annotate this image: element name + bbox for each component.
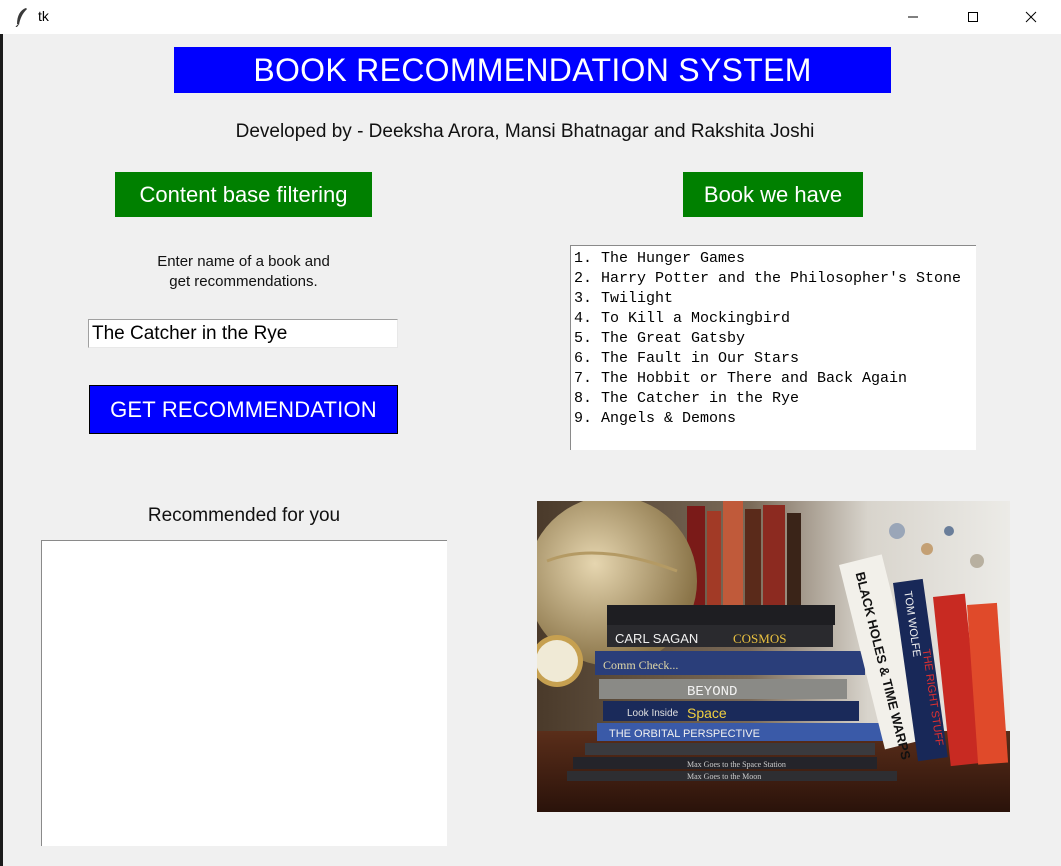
books-listbox[interactable]: 1. The Hunger Games 2. Harry Potter and … bbox=[570, 245, 976, 450]
close-icon bbox=[1025, 11, 1037, 23]
book-list-item[interactable]: 2. Harry Potter and the Philosopher's St… bbox=[574, 269, 973, 289]
book-list-item[interactable]: 8. The Catcher in the Rye bbox=[574, 389, 973, 409]
book-list-item[interactable]: 7. The Hobbit or There and Back Again bbox=[574, 369, 973, 389]
instructions-text: Enter name of a book and get recommendat… bbox=[115, 252, 372, 292]
spine-text: CARL SAGAN bbox=[615, 631, 698, 646]
book-list-item[interactable]: 9. Angels & Demons bbox=[574, 409, 973, 429]
spine-text: Max Goes to the Space Station bbox=[687, 760, 786, 769]
spine-text: BEYOND bbox=[687, 684, 737, 700]
app-title-banner: BOOK RECOMMENDATION SYSTEM bbox=[174, 47, 891, 93]
book-list-item[interactable]: 6. The Fault in Our Stars bbox=[574, 349, 973, 369]
window-titlebar: tk bbox=[0, 0, 1061, 34]
recommendations-listbox[interactable] bbox=[41, 540, 447, 846]
book-list-item[interactable]: 1. The Hunger Games bbox=[574, 249, 973, 269]
tk-feather-icon bbox=[15, 8, 27, 27]
spine-text: COSMOS bbox=[733, 631, 786, 646]
minimize-icon bbox=[908, 16, 918, 18]
books-we-have-button[interactable]: Book we have bbox=[683, 172, 863, 217]
minimize-button[interactable] bbox=[890, 0, 936, 34]
spine-text: Space bbox=[687, 705, 727, 721]
get-recommendation-button[interactable]: GET RECOMMENDATION bbox=[89, 385, 398, 434]
instructions-line-2: get recommendations. bbox=[169, 273, 318, 290]
book-list-item[interactable]: 5. The Great Gatsby bbox=[574, 329, 973, 349]
developer-credits: Developed by - Deeksha Arora, Mansi Bhat… bbox=[235, 121, 815, 142]
maximize-icon bbox=[968, 12, 978, 22]
book-name-input[interactable] bbox=[88, 319, 398, 348]
content-filtering-button[interactable]: Content base filtering bbox=[115, 172, 372, 217]
books-photo: CARL SAGAN COSMOS Comm Check... BEYOND L… bbox=[537, 501, 1010, 812]
books-photo-illustration: CARL SAGAN COSMOS Comm Check... BEYOND L… bbox=[537, 501, 1010, 812]
spine-text: Comm Check... bbox=[603, 658, 678, 672]
book-list-item[interactable]: 3. Twilight bbox=[574, 289, 973, 309]
recommended-label: Recommended for you bbox=[147, 505, 341, 526]
instructions-line-1: Enter name of a book and bbox=[157, 253, 330, 270]
book-list-item[interactable]: 4. To Kill a Mockingbird bbox=[574, 309, 973, 329]
spine-text: Look Inside bbox=[627, 708, 679, 719]
maximize-button[interactable] bbox=[950, 0, 996, 34]
spine-text: Max Goes to the Moon bbox=[687, 772, 761, 781]
close-button[interactable] bbox=[1008, 0, 1054, 34]
background-window-edge bbox=[0, 34, 3, 866]
spine-text: THE ORBITAL PERSPECTIVE bbox=[609, 728, 760, 740]
window-title: tk bbox=[38, 8, 49, 24]
